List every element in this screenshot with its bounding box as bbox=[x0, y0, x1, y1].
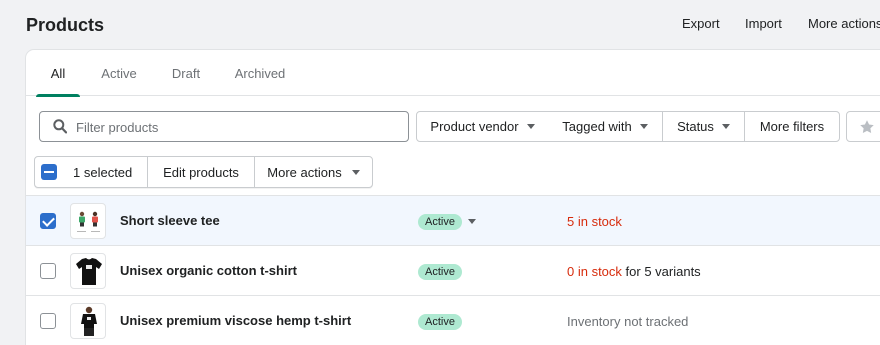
search-icon bbox=[53, 119, 67, 134]
selected-count-label: 1 selected bbox=[73, 164, 133, 180]
product-vendor-filter-button[interactable]: Product vendor bbox=[416, 111, 549, 142]
more-filters-button[interactable]: More filters bbox=[744, 111, 840, 142]
two-people-tees-image bbox=[77, 211, 100, 232]
edit-products-label: Edit products bbox=[163, 164, 239, 180]
product-thumbnail bbox=[70, 203, 106, 239]
star-icon bbox=[860, 119, 874, 133]
caret-down-icon bbox=[526, 124, 535, 129]
status-filter-button[interactable]: Status bbox=[663, 111, 745, 142]
bulk-more-actions-button[interactable]: More actions bbox=[255, 157, 372, 187]
status-badge[interactable]: Active bbox=[418, 214, 462, 230]
table-row[interactable]: Unisex premium viscose hemp t-shirt Acti… bbox=[26, 295, 880, 345]
caret-down-icon bbox=[639, 124, 648, 129]
product-name[interactable]: Unisex organic cotton t-shirt bbox=[120, 263, 297, 278]
tab-all-label: All bbox=[50, 65, 66, 81]
table-row[interactable]: Unisex organic cotton t-shirt Active 0 i… bbox=[26, 245, 880, 295]
tab-active[interactable]: Active bbox=[92, 50, 146, 96]
inventory-stock: Inventory not tracked bbox=[567, 314, 689, 329]
row-checkbox[interactable] bbox=[40, 313, 56, 329]
bulk-select-toggle[interactable]: 1 selected bbox=[35, 157, 148, 187]
tab-draft-label: Draft bbox=[171, 65, 201, 81]
page-title: Products bbox=[26, 15, 105, 35]
status-filter-label: Status bbox=[677, 119, 714, 134]
tagged-with-label: Tagged with bbox=[562, 119, 632, 134]
more-filters-label: More filters bbox=[759, 119, 825, 134]
import-button[interactable]: Import bbox=[745, 16, 782, 31]
inventory-cell: Inventory not tracked bbox=[567, 314, 688, 329]
row-checkbox[interactable] bbox=[40, 263, 56, 279]
status-badge[interactable]: Active bbox=[418, 264, 462, 280]
table-row[interactable]: Short sleeve tee Active 5 in stock bbox=[26, 195, 880, 245]
bulk-more-actions-label: More actions bbox=[267, 164, 342, 180]
product-name[interactable]: Short sleeve tee bbox=[120, 213, 220, 228]
inventory-cell: 0 in stock for 5 variants bbox=[567, 264, 701, 279]
caret-down-icon bbox=[721, 124, 730, 129]
inventory-cell: 5 in stock bbox=[567, 214, 622, 229]
edit-products-button[interactable]: Edit products bbox=[148, 157, 255, 187]
filter-products-field[interactable] bbox=[39, 111, 409, 142]
tab-archived-label: Archived bbox=[234, 65, 286, 81]
status-tabs: All Active Draft Archived bbox=[26, 50, 880, 97]
row-checkbox[interactable] bbox=[40, 213, 56, 229]
inventory-stock: 5 in stock bbox=[567, 214, 622, 229]
tab-active-label: Active bbox=[101, 65, 137, 81]
products-card: All Active Draft Archived Product vendor… bbox=[26, 50, 880, 345]
product-vendor-label: Product vendor bbox=[430, 119, 519, 134]
saved-search-star-button[interactable] bbox=[846, 111, 880, 142]
export-button[interactable]: Export bbox=[682, 16, 720, 31]
product-thumbnail bbox=[70, 253, 106, 289]
indeterminate-checkbox-icon[interactable] bbox=[41, 164, 57, 180]
bulk-actions-bar: 1 selected Edit products More actions bbox=[34, 156, 373, 188]
status-caret-down-icon[interactable] bbox=[468, 219, 476, 224]
product-name[interactable]: Unisex premium viscose hemp t-shirt bbox=[120, 313, 351, 328]
status-badge[interactable]: Active bbox=[418, 314, 462, 330]
tab-archived[interactable]: Archived bbox=[226, 50, 294, 96]
caret-down-icon bbox=[351, 169, 360, 175]
tab-draft[interactable]: Draft bbox=[162, 50, 210, 96]
black-tshirt-image bbox=[76, 258, 102, 285]
filter-products-input[interactable] bbox=[76, 117, 396, 137]
tab-all[interactable]: All bbox=[36, 50, 80, 97]
inventory-stock: 0 in stock bbox=[567, 264, 622, 279]
page-header: Products Export Import More actions bbox=[0, 0, 880, 50]
product-thumbnail bbox=[70, 303, 106, 339]
inventory-suffix: for 5 variants bbox=[621, 264, 701, 279]
more-actions-header-button[interactable]: More actions bbox=[808, 16, 880, 31]
person-in-black-tshirt-image bbox=[81, 306, 97, 336]
tagged-with-filter-button[interactable]: Tagged with bbox=[548, 111, 663, 142]
